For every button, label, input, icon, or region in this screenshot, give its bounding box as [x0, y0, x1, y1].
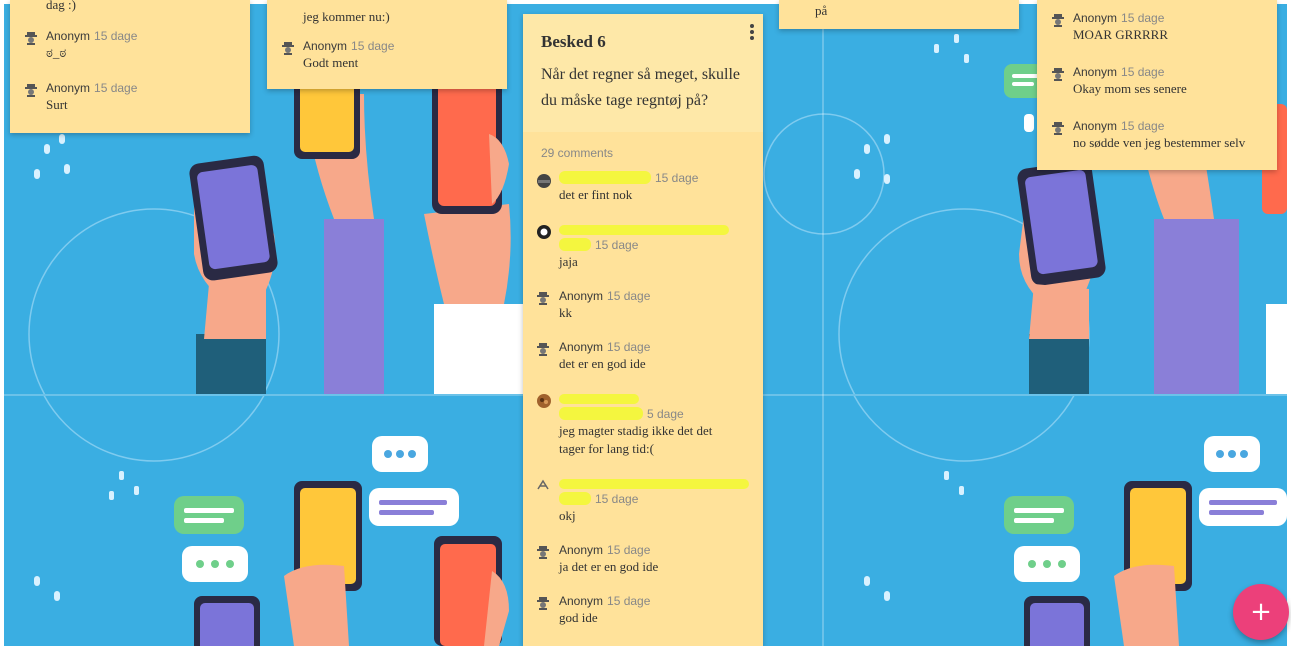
anonymous-avatar-icon [536, 596, 550, 610]
comment-item: Anonym 15 dage MOAR GRRRRR [1037, 10, 1277, 44]
anonymous-avatar-icon [536, 291, 550, 305]
comment-text: jeg magter stadig ikke det det tager for… [559, 423, 713, 456]
comment-item: Anonym 15 dage det er en god ide [523, 339, 763, 373]
comment-time: 15 dage [1121, 119, 1165, 133]
anonymous-avatar-icon [1051, 121, 1065, 135]
comment-author: Anonym [1073, 119, 1118, 133]
comment-time: 5 dage [647, 407, 684, 421]
redacted-name [559, 407, 643, 420]
anonymous-avatar-icon [1051, 67, 1065, 81]
comment-time: 15 dage [94, 29, 138, 43]
comment-time: 15 dage [351, 39, 395, 53]
comment-count: 29 comments [541, 146, 614, 160]
comment-list: 15 dage det er fint nok 15 dage jaja Ano… [523, 170, 763, 627]
wallpaper-seam [822, 4, 824, 646]
add-note-button[interactable]: + [1233, 584, 1289, 640]
plus-icon: + [1250, 597, 1272, 627]
redacted-name [559, 492, 591, 505]
comment-item: 15 dage jaja [523, 221, 763, 271]
comment-time: 15 dage [595, 492, 639, 506]
anonymous-avatar-icon [536, 342, 550, 356]
comment-author: Anonym [303, 39, 348, 53]
more-options-icon[interactable] [749, 24, 755, 42]
redacted-name [559, 225, 729, 235]
comment-time: 15 dage [607, 594, 651, 608]
comment-item: Anonym 15 dage Godt ment [267, 38, 507, 72]
sketch-avatar-icon [536, 478, 550, 492]
comment-author: Anonym [559, 594, 604, 608]
redacted-name [559, 479, 749, 489]
comment-item: Anonym 15 dage god ide [523, 593, 763, 627]
comment-item: Anonym 15 dage Okay mom ses senere [1037, 64, 1277, 98]
comment-time: 15 dage [655, 171, 699, 185]
comment-author: Anonym [1073, 11, 1118, 25]
comment-text: det er en god ide [559, 356, 646, 371]
comment-text: Okay mom ses senere [1073, 81, 1187, 96]
comment-text: Godt ment [303, 55, 359, 70]
sticky-note-center-left[interactable]: jeg kommer nu:) Anonym 15 dage Godt ment [267, 0, 507, 89]
comment-item: Anonym 15 dage ja det er en god ide [523, 542, 763, 576]
comment-text: jaja [559, 254, 578, 269]
comment-author: Anonym [46, 29, 91, 43]
comment-text: det er fint nok [559, 187, 633, 202]
ring-avatar-icon [536, 224, 551, 239]
comment-item: 15 dage okj [523, 475, 763, 525]
comment-text: Surt [46, 97, 68, 112]
anonymous-avatar-icon [281, 41, 295, 55]
comment-text: kk [559, 305, 572, 320]
comment-text: god ide [559, 610, 598, 625]
sticky-note-right[interactable]: Anonym 15 dage MOAR GRRRRR Anonym 15 dage … [1037, 0, 1277, 170]
comment-item: 5 dage jeg magter stadig ikke det det ta… [523, 390, 763, 458]
redacted-name [559, 238, 591, 251]
sticky-note-left[interactable]: dag :) Anonym 15 dage ಠ_ಠ Anonym 15 dage S… [10, 0, 250, 133]
comment-author: Anonym [559, 289, 604, 303]
comment-item: Anonym 15 dage no sødde ven jeg bestemmer… [1037, 118, 1277, 152]
comment-text: okj [559, 508, 576, 523]
comment-item: Anonym 15 dage kk [523, 288, 763, 322]
anonymous-avatar-icon [24, 31, 38, 45]
sticky-note-main[interactable]: Besked 6 Når det regner så meget, skulle… [523, 14, 763, 646]
sticky-note-center-right[interactable]: på [779, 0, 1019, 29]
photo-avatar-icon [536, 393, 551, 408]
comment-time: 15 dage [595, 238, 639, 252]
redacted-name [559, 394, 639, 404]
anonymous-avatar-icon [24, 83, 38, 97]
note-title: Besked 6 [541, 32, 606, 51]
comment-text: jeg kommer nu:) [303, 9, 390, 24]
comment-author: Anonym [559, 340, 604, 354]
redacted-name [559, 171, 651, 184]
anonymous-avatar-icon [536, 545, 550, 559]
anonymous-avatar-icon [1051, 13, 1065, 27]
comment-author: Anonym [559, 543, 604, 557]
comment-time: 15 dage [1121, 65, 1165, 79]
comment-time: 15 dage [607, 543, 651, 557]
comment-time: 15 dage [1121, 11, 1165, 25]
comment-text: MOAR GRRRRR [1073, 27, 1168, 42]
comment-item: Anonym 15 dage ಠ_ಠ [10, 28, 250, 62]
comment-author: Anonym [1073, 65, 1118, 79]
note-header: Besked 6 Når det regner så meget, skulle… [523, 14, 763, 132]
comment-text: dag :) [46, 0, 76, 12]
comment-text: no sødde ven jeg bestemmer selv [1073, 135, 1246, 150]
comment-item: Anonym 15 dage Surt [10, 80, 250, 114]
note-body: Når det regner så meget, skulle du måske… [541, 66, 741, 109]
comment-item: 15 dage det er fint nok [523, 170, 763, 204]
comment-time: 15 dage [607, 289, 651, 303]
comment-author: Anonym [46, 81, 91, 95]
comment-text: på [815, 3, 828, 18]
dark-avatar-icon [536, 173, 551, 188]
comment-text: ಠ_ಠ [46, 45, 67, 60]
comment-time: 15 dage [607, 340, 651, 354]
comment-time: 15 dage [94, 81, 138, 95]
comment-text: ja det er en god ide [559, 559, 659, 574]
